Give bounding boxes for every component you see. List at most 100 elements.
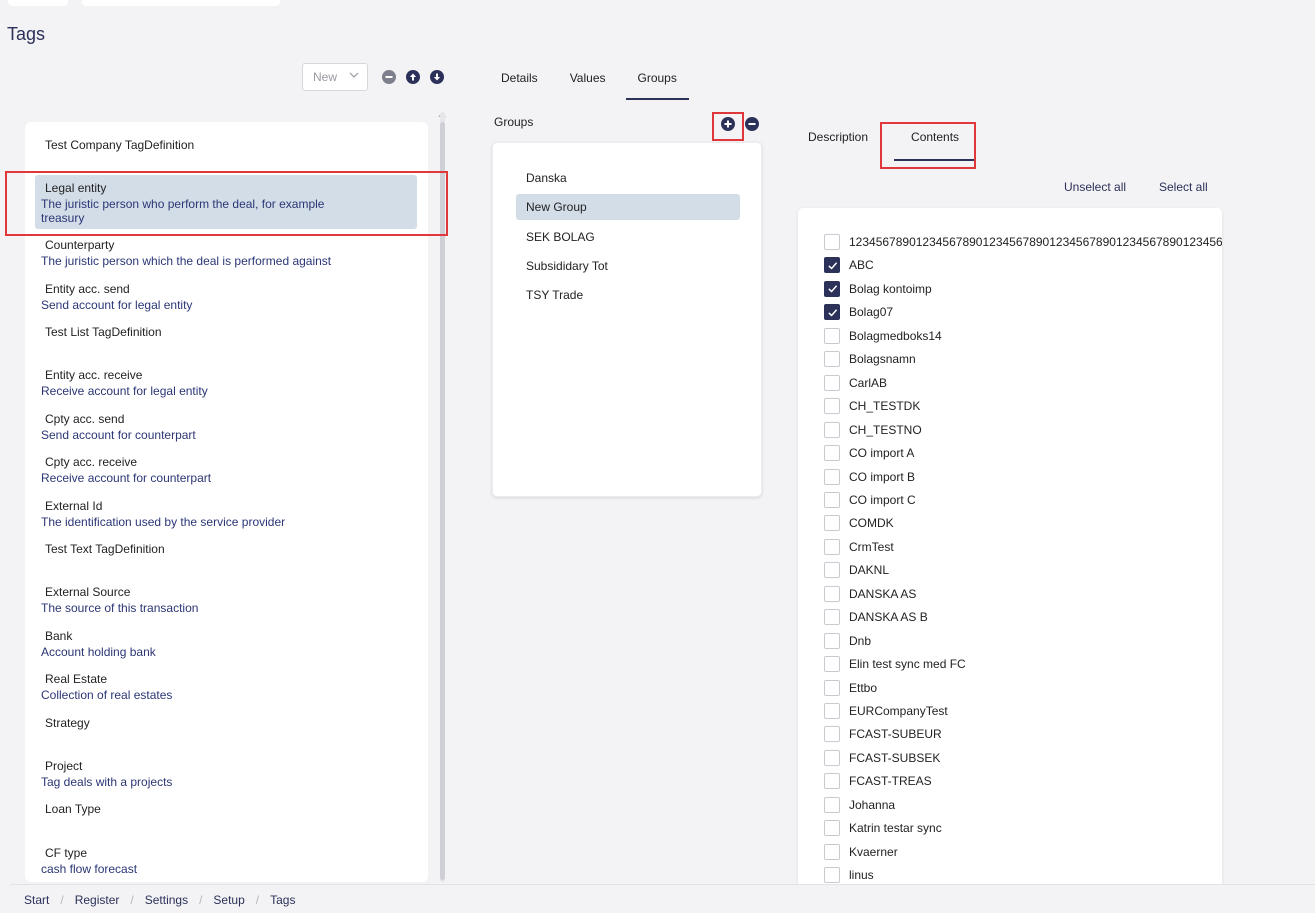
move-down-icon[interactable]	[430, 70, 444, 84]
group-item-tsy-trade[interactable]: TSY Trade	[516, 282, 740, 308]
checkbox-label: Ettbo	[849, 680, 878, 695]
checkbox[interactable]	[824, 796, 840, 813]
new-dropdown[interactable]: New	[302, 63, 368, 91]
tag-name: Real Estate	[45, 672, 108, 686]
checkbox[interactable]	[824, 679, 840, 696]
group-item-danska[interactable]: Danska	[516, 165, 740, 191]
checkbox[interactable]	[824, 280, 840, 297]
breadcrumb-bar: Start / Register / Settings / Setup / Ta…	[10, 884, 1315, 913]
tag-item-legal-entity[interactable]: Legal entity The juristic person who per…	[25, 175, 428, 229]
move-up-icon[interactable]	[406, 70, 420, 84]
content-checkbox-row[interactable]: Kvaerner	[824, 843, 898, 861]
checkbox[interactable]	[824, 820, 840, 837]
checkbox[interactable]	[824, 468, 840, 485]
content-checkbox-row[interactable]: DANSKA AS B	[824, 608, 928, 626]
content-checkbox-row[interactable]: Ettbo	[824, 679, 877, 697]
content-checkbox-row[interactable]: Elin test sync med FC	[824, 655, 966, 673]
content-checkbox-row[interactable]: Bolag kontoimp	[824, 280, 932, 298]
checkbox-label: COMDK	[849, 516, 894, 531]
content-checkbox-row[interactable]: CarlAB	[824, 374, 887, 392]
checkbox[interactable]	[824, 515, 840, 532]
select-all-link[interactable]: Select all	[1159, 180, 1208, 194]
group-item-subsididary-tot[interactable]: Subsididary Tot	[516, 253, 740, 279]
checkbox-label: FCAST-SUBSEK	[849, 750, 941, 765]
tab-values[interactable]: Values	[558, 64, 618, 98]
checkbox[interactable]	[824, 234, 840, 250]
content-checkbox-row[interactable]: FCAST-SUBSEK	[824, 749, 940, 767]
tag-list-scrollbar[interactable]	[440, 112, 445, 882]
content-checkbox-row[interactable]: CO import C	[824, 491, 916, 509]
tab-contents[interactable]: Contents	[894, 124, 977, 161]
checkbox[interactable]	[824, 656, 840, 673]
tag-description: Receive account for legal entity	[41, 384, 208, 398]
tag-name: Counterparty	[45, 238, 115, 252]
checkbox[interactable]	[824, 398, 840, 415]
checkbox[interactable]	[824, 538, 840, 555]
checkbox[interactable]	[824, 562, 840, 579]
content-checkbox-row[interactable]: Bolagmedboks14	[824, 327, 942, 345]
tag-name: Test Company TagDefinition	[45, 138, 195, 152]
checkbox-label: Bolagsnamn	[849, 352, 916, 367]
tag-name: Loan Type	[45, 802, 101, 816]
breadcrumb-settings[interactable]: Settings	[145, 893, 188, 907]
content-checkbox-row[interactable]: Dnb	[824, 632, 871, 650]
scrollbar-thumb[interactable]	[440, 122, 445, 880]
checkbox-label: linus	[849, 868, 874, 883]
content-checkbox-row[interactable]: FCAST-TREAS	[824, 772, 932, 790]
content-checkbox-row[interactable]: DANSKA AS	[824, 585, 916, 603]
content-checkbox-row[interactable]: Johanna	[824, 796, 895, 814]
content-checkbox-row[interactable]: DAKNL	[824, 561, 889, 579]
group-item-sek-bolag[interactable]: SEK BOLAG	[516, 224, 740, 250]
checkbox[interactable]	[824, 585, 840, 602]
content-checkbox-row[interactable]: ABC	[824, 256, 874, 274]
content-checkbox-row[interactable]: FCAST-SUBEUR	[824, 725, 942, 743]
content-checkbox-row[interactable]: COMDK	[824, 514, 894, 532]
tab-details[interactable]: Details	[489, 64, 550, 98]
checkbox[interactable]	[824, 703, 840, 719]
content-checkbox-row[interactable]: CH_TESTDK	[824, 397, 920, 415]
checkbox[interactable]	[824, 257, 840, 274]
checkbox[interactable]	[824, 491, 840, 508]
checkbox[interactable]	[824, 632, 840, 649]
checkbox[interactable]	[824, 867, 840, 884]
breadcrumb-register[interactable]: Register	[75, 893, 120, 907]
tag-description: Send account for counterpart	[41, 428, 196, 442]
checkbox[interactable]	[824, 445, 840, 462]
breadcrumb: Start / Register / Settings / Setup / Ta…	[24, 893, 295, 907]
breadcrumb-start[interactable]: Start	[24, 893, 49, 907]
checkbox-label: Johanna	[849, 797, 896, 812]
content-checkbox-row[interactable]: linus	[824, 866, 874, 884]
checkbox[interactable]	[824, 421, 840, 438]
checkbox[interactable]	[824, 304, 840, 321]
content-checkbox-row[interactable]: EURCompanyTest	[824, 702, 948, 720]
content-checkbox-row[interactable]: Bolagsnamn	[824, 350, 916, 368]
content-checkbox-row[interactable]: Bolag07	[824, 303, 893, 321]
checkbox-label: CH_TESTNO	[849, 422, 922, 437]
checkbox[interactable]	[824, 374, 840, 391]
checkbox-label: Elin test sync med FC	[849, 657, 966, 672]
tab-description[interactable]: Description	[796, 124, 880, 157]
breadcrumb-tags[interactable]: Tags	[270, 893, 295, 907]
breadcrumb-setup[interactable]: Setup	[213, 893, 244, 907]
checkbox[interactable]	[824, 773, 840, 790]
checkbox[interactable]	[824, 843, 840, 860]
remove-tag-icon[interactable]	[382, 70, 396, 84]
checkbox[interactable]	[824, 726, 840, 743]
tab-groups[interactable]: Groups	[625, 64, 690, 100]
remove-group-icon[interactable]	[745, 117, 759, 131]
checkbox[interactable]	[824, 351, 840, 368]
checkbox[interactable]	[824, 749, 840, 766]
content-checkbox-row[interactable]: CO import B	[824, 468, 915, 486]
content-checkbox-row[interactable]: CrmTest	[824, 538, 894, 556]
content-checkbox-row[interactable]: CO import A	[824, 444, 914, 462]
content-checkbox-row[interactable]: CH_TESTNO	[824, 421, 922, 439]
content-checkbox-row[interactable]: Katrin testar sync	[824, 819, 942, 837]
add-group-icon[interactable]	[721, 117, 735, 131]
group-item-new-group[interactable]: New Group	[516, 194, 740, 220]
unselect-all-link[interactable]: Unselect all	[1064, 180, 1126, 194]
checkbox[interactable]	[824, 327, 840, 344]
content-checkbox-row[interactable]: 1234567890123456789012345678901234567890…	[824, 233, 1222, 251]
checkbox[interactable]	[824, 609, 840, 626]
checkbox-label: Dnb	[849, 633, 872, 648]
tag-description: cash flow forecast	[41, 862, 138, 876]
